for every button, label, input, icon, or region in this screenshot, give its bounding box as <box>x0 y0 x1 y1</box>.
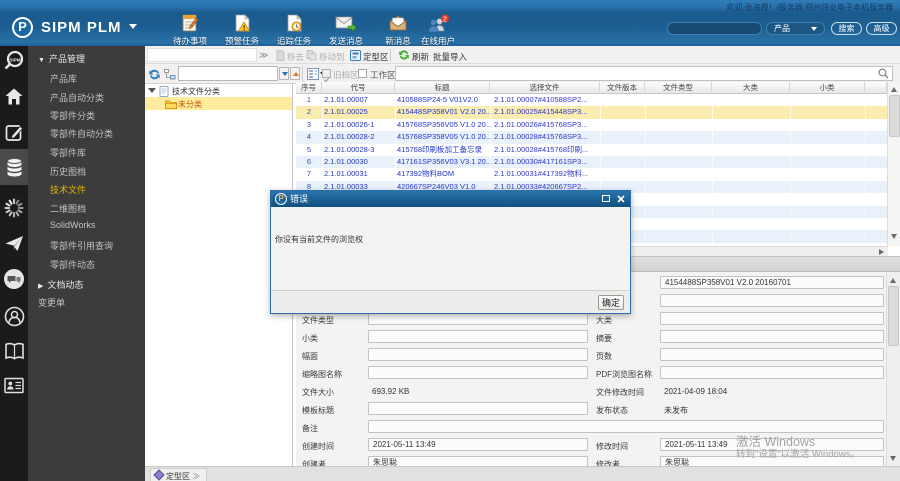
svg-text:SIPM: SIPM <box>9 57 20 62</box>
svg-text:2: 2 <box>443 16 447 23</box>
